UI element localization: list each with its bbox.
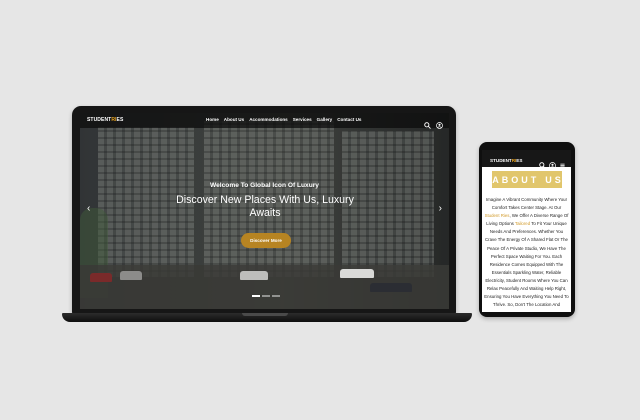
nav-icons: [424, 116, 443, 129]
discover-more-button[interactable]: Discover More: [241, 233, 291, 248]
heading-letter: B: [501, 174, 510, 185]
logo-text: ES: [116, 117, 124, 123]
nav-link-contact-us[interactable]: Contact Us: [337, 117, 361, 122]
car-image: [240, 271, 268, 280]
hero-subtitle: Welcome To Global Icon Of Luxury: [210, 182, 319, 189]
car-image: [90, 273, 112, 282]
logo-text: STUDENT: [490, 158, 512, 163]
paragraph-text: To Fit Your Unique Needs And Preferences…: [484, 221, 569, 308]
car-image: [370, 283, 412, 292]
chevron-left-icon[interactable]: ‹: [87, 204, 90, 214]
highlight-text: Student Ries: [484, 213, 510, 219]
heading-letter: O: [511, 174, 520, 185]
heading-letter: U: [545, 174, 553, 185]
nav-link-gallery[interactable]: Gallery: [317, 117, 333, 122]
navbar: STUDENTRIES Home About Us Accommodations…: [80, 113, 449, 129]
logo-text: STUDENT: [87, 117, 112, 123]
nav-link-about-us[interactable]: About Us: [224, 117, 244, 122]
heading-letter: A: [492, 174, 500, 185]
search-icon[interactable]: [539, 156, 546, 169]
chevron-right-icon[interactable]: ›: [439, 204, 442, 214]
car-image: [120, 271, 142, 280]
laptop-notch: [242, 313, 288, 316]
laptop-screen: STUDENTRIES Home About Us Accommodations…: [80, 113, 449, 309]
highlight-text: Tailored: [514, 221, 531, 227]
brand-logo[interactable]: STUDENTRIES: [87, 117, 123, 123]
slide-indicator[interactable]: [272, 295, 280, 297]
car-image: [340, 269, 374, 278]
heading-letter: T: [530, 174, 538, 185]
about-us-heading: A B O U T U S: [492, 171, 562, 188]
paragraph-text: Imagine A Vibrant Community Where Your C…: [485, 197, 568, 211]
slider-indicators: [252, 295, 280, 297]
search-icon[interactable]: [424, 116, 431, 129]
heading-letter: S: [554, 174, 562, 185]
user-icon[interactable]: [436, 116, 443, 129]
logo-text: ES: [516, 158, 523, 163]
about-us-paragraph: Imagine A Vibrant Community Where Your C…: [484, 196, 569, 309]
slide-indicator[interactable]: [262, 295, 270, 297]
nav-link-services[interactable]: Services: [293, 117, 312, 122]
hero-title: Discover New Places With Us, Luxury Awai…: [176, 194, 354, 219]
nav-menu: Home About Us Accommodations Services Ga…: [206, 117, 361, 122]
phone-nav-icons: [539, 156, 566, 169]
menu-icon[interactable]: [559, 156, 566, 168]
nav-link-home[interactable]: Home: [206, 117, 219, 122]
user-icon[interactable]: [549, 156, 556, 169]
brand-logo[interactable]: STUDENTRIES: [490, 158, 522, 163]
nav-link-accommodations[interactable]: Accommodations: [249, 117, 288, 122]
heading-letter: U: [521, 174, 529, 185]
slide-indicator-active[interactable]: [252, 295, 260, 297]
